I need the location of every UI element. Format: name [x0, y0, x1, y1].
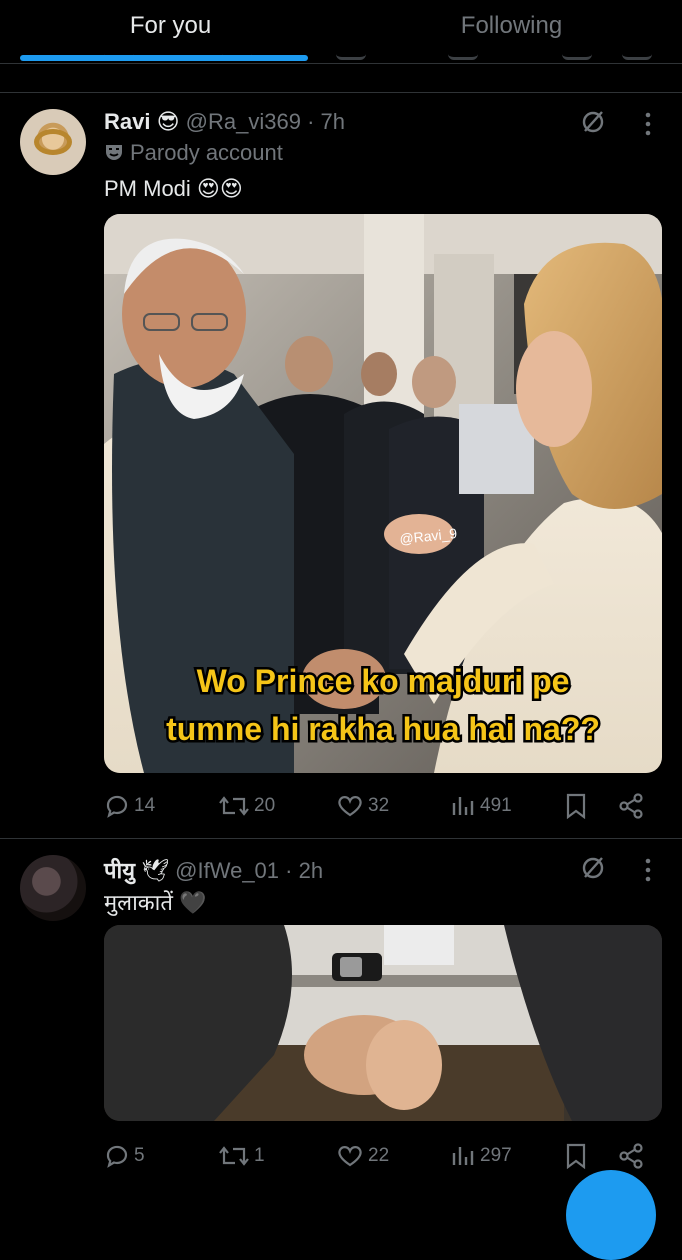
- post-time[interactable]: · 7h: [307, 109, 345, 134]
- tab-for-you-label: For you: [129, 12, 212, 39]
- reply-icon: [106, 1145, 128, 1168]
- meme-caption-line-2: tumne hi rakha hua hai na??: [166, 711, 600, 747]
- heart-icon: [338, 1146, 362, 1167]
- user-handle[interactable]: @Ra_vi369: [186, 109, 301, 134]
- compose-post-button[interactable]: [566, 1170, 656, 1260]
- like-button[interactable]: 32: [336, 790, 389, 822]
- avatar[interactable]: [20, 855, 86, 921]
- tweet-actions: 5 1 22 297: [104, 1140, 662, 1172]
- reply-icon: [106, 795, 128, 818]
- retweet-button[interactable]: 20: [218, 790, 275, 822]
- tweet-text: PM Modi 😍😍: [104, 176, 243, 202]
- like-button[interactable]: 22: [336, 1140, 389, 1172]
- photo-illustration: [104, 925, 662, 1121]
- name-emoji: 🕊: [141, 858, 170, 883]
- display-name[interactable]: Ravi: [104, 109, 150, 134]
- parody-badge: Parody account: [104, 140, 283, 166]
- tweet-photo[interactable]: @Ravi_9 Wo Prince ko majduri pe tumne hi…: [104, 214, 662, 773]
- retweet-icon: [219, 796, 249, 816]
- views-button[interactable]: 297: [450, 1140, 512, 1172]
- reply-button[interactable]: 14: [104, 790, 155, 822]
- display-name[interactable]: पीयु: [104, 858, 135, 883]
- more-options-icon[interactable]: [643, 111, 653, 137]
- meme-caption-line-1: Wo Prince ko majduri pe: [197, 663, 570, 699]
- bookmark-icon[interactable]: [564, 793, 588, 819]
- retweet-icon: [219, 1146, 249, 1166]
- reply-count: 5: [134, 1145, 145, 1166]
- retweet-count: 1: [254, 1145, 265, 1166]
- reply-count: 14: [134, 795, 156, 816]
- tweet-text: मुलाकातें 🖤: [104, 887, 206, 917]
- tweet-text-emoji: 😍😍: [196, 176, 243, 201]
- share-icon[interactable]: [618, 793, 644, 819]
- like-count: 22: [368, 1145, 390, 1166]
- grok-icon[interactable]: [580, 109, 606, 135]
- tweet[interactable]: पीयु 🕊 @IfWe_01 · 2h मुलाकातें 🖤 5 1 22 …: [0, 839, 682, 1200]
- tweet-text-body: PM Modi: [104, 176, 191, 201]
- active-tab-indicator: [20, 55, 308, 61]
- tweet-header: Ravi 😎 @Ra_vi369 · 7h: [104, 109, 345, 135]
- view-count: 491: [480, 795, 512, 816]
- name-emoji: 😎: [156, 109, 180, 134]
- grok-icon[interactable]: [580, 855, 606, 881]
- heart-icon: [338, 796, 362, 817]
- user-handle[interactable]: @IfWe_01: [175, 858, 279, 883]
- tweet-header: पीयु 🕊 @IfWe_01 · 2h: [104, 855, 323, 885]
- view-count: 297: [480, 1145, 512, 1166]
- photo-illustration: @Ravi_9 Wo Prince ko majduri pe tumne hi…: [104, 214, 662, 773]
- views-icon: [452, 797, 474, 815]
- tweet[interactable]: Ravi 😎 @Ra_vi369 · 7h Parody account PM …: [0, 93, 682, 838]
- tweet-text-emoji: 🖤: [179, 890, 207, 915]
- tab-following[interactable]: Following: [341, 0, 682, 64]
- tweet-photo[interactable]: [104, 925, 662, 1121]
- retweet-button[interactable]: 1: [218, 1140, 265, 1172]
- post-time[interactable]: · 2h: [285, 858, 323, 883]
- tweet-text-body: मुलाकातें: [104, 890, 173, 915]
- avatar[interactable]: [20, 109, 86, 175]
- parody-badge-text: Parody account: [130, 140, 283, 165]
- share-icon[interactable]: [618, 1143, 644, 1169]
- theater-mask-icon: [106, 145, 122, 160]
- bookmark-icon[interactable]: [564, 1143, 588, 1169]
- like-count: 32: [368, 795, 390, 816]
- more-options-icon[interactable]: [643, 857, 653, 883]
- reply-button[interactable]: 5: [104, 1140, 145, 1172]
- tweet-actions: 14 20 32 491: [104, 790, 662, 822]
- timeline-tabs: For you Following: [0, 0, 682, 64]
- views-button[interactable]: 491: [450, 790, 512, 822]
- tab-following-label: Following: [460, 12, 563, 39]
- retweet-count: 20: [254, 795, 276, 816]
- views-icon: [452, 1147, 474, 1165]
